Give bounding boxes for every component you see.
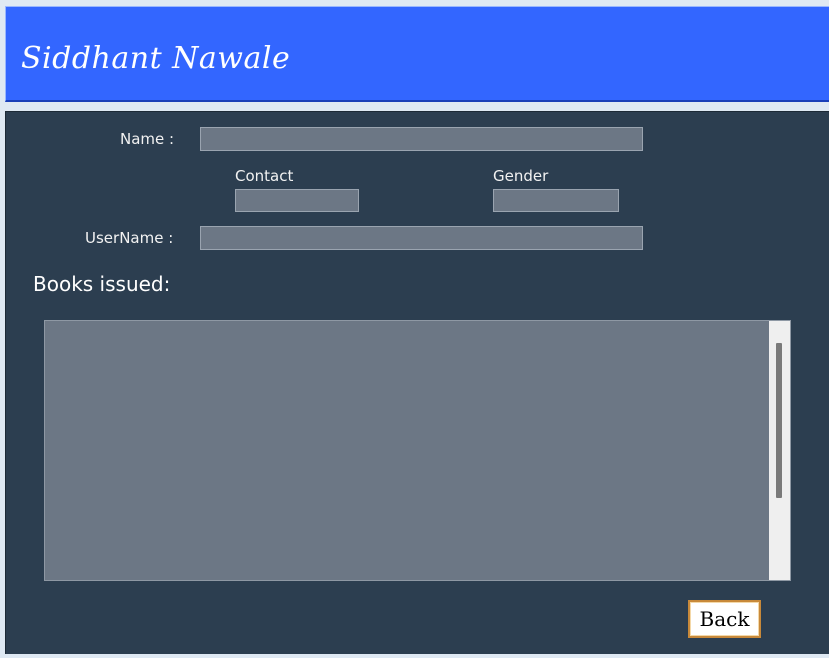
username-field[interactable] xyxy=(200,226,643,250)
app-window: Siddhant Nawale Name : Contact Gender Us… xyxy=(0,0,829,658)
username-label: UserName : xyxy=(85,229,174,247)
name-label: Name : xyxy=(120,130,175,148)
profile-panel: Name : Contact Gender UserName : Books i… xyxy=(5,111,829,654)
name-field[interactable] xyxy=(200,127,643,151)
user-name-title: Siddhant Nawale xyxy=(21,41,291,76)
gender-field[interactable] xyxy=(493,189,619,212)
contact-field[interactable] xyxy=(235,189,359,212)
books-issued-list[interactable] xyxy=(44,320,791,581)
books-issued-heading: Books issued: xyxy=(33,272,171,296)
vertical-scrollbar[interactable] xyxy=(769,321,790,580)
back-button[interactable]: Back xyxy=(688,600,761,638)
scrollbar-thumb[interactable] xyxy=(776,343,782,498)
gender-label: Gender xyxy=(493,167,549,185)
contact-label: Contact xyxy=(235,167,294,185)
header-bar: Siddhant Nawale xyxy=(5,6,829,102)
